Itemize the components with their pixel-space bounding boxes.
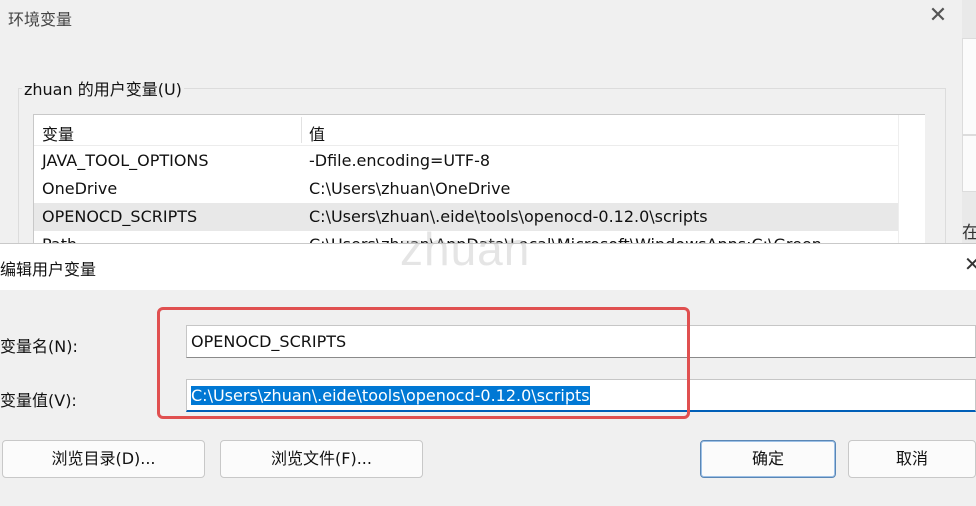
user-variables-group-label: zhuan 的用户变量(U): [22, 76, 184, 100]
dialog-title: 编辑用户变量: [0, 260, 97, 279]
variable-value-input[interactable]: C:\Users\zhuan\.eide\tools\openocd-0.12.…: [186, 379, 976, 412]
list-header: 变量 值: [34, 115, 924, 146]
browse-directory-button[interactable]: 浏览目录(D)...: [2, 440, 205, 478]
watermark: zhuan: [400, 223, 531, 275]
column-header-value[interactable]: 值: [309, 121, 325, 145]
variable-value-label: 变量值(V):: [0, 391, 77, 410]
variable-name: JAVA_TOOL_OPTIONS: [42, 151, 209, 170]
variable-name-label: 变量名(N):: [0, 337, 78, 356]
ok-button[interactable]: 确定: [700, 440, 836, 478]
window-title: 环境变量: [8, 10, 73, 29]
variable-value: -Dfile.encoding=UTF-8: [309, 151, 491, 170]
close-icon[interactable]: ✕: [928, 4, 948, 28]
cancel-button[interactable]: 取消: [848, 440, 976, 478]
browse-file-button[interactable]: 浏览文件(F)...: [220, 440, 423, 478]
variable-value: C:\Users\zhuan\OneDrive: [309, 179, 511, 198]
variable-name-input[interactable]: [186, 325, 976, 358]
column-header-variable[interactable]: 变量: [42, 121, 74, 145]
background-panel: [962, 135, 976, 192]
edit-user-variable-dialog: 编辑用户变量 ✕ 变量名(N): 变量值(V): C:\Users\zhuan\…: [0, 243, 976, 506]
close-icon[interactable]: ✕: [964, 252, 976, 276]
background-text: 在: [962, 223, 976, 243]
background-panel: [962, 38, 976, 135]
column-divider[interactable]: [301, 117, 302, 143]
variable-name: OPENOCD_SCRIPTS: [42, 207, 198, 226]
table-row[interactable]: OneDrive C:\Users\zhuan\OneDrive: [34, 175, 898, 203]
variable-name: OneDrive: [42, 179, 118, 198]
selected-text: C:\Users\zhuan\.eide\tools\openocd-0.12.…: [191, 386, 590, 405]
table-row[interactable]: JAVA_TOOL_OPTIONS -Dfile.encoding=UTF-8: [34, 147, 898, 175]
